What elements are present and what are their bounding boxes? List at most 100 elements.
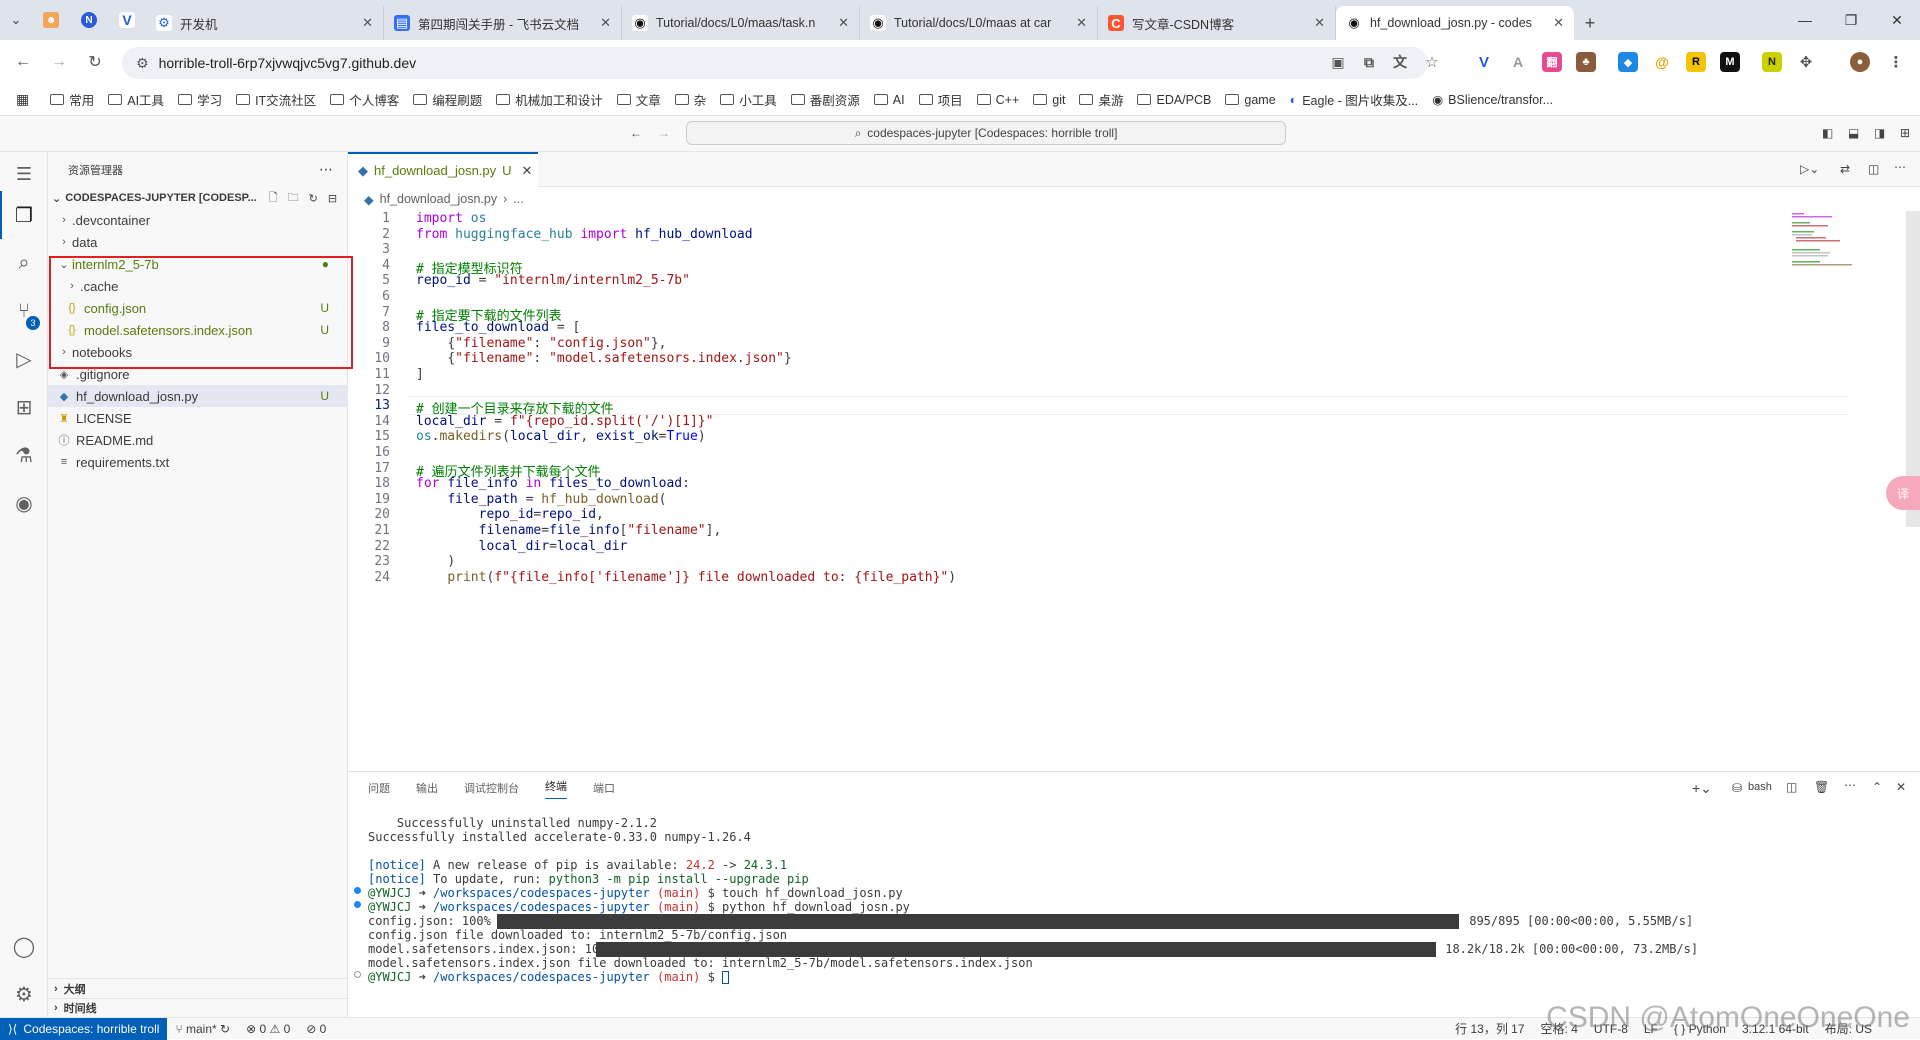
tree-file[interactable]: {}model.safetensors.index.jsonU: [48, 319, 347, 341]
extension-m-icon[interactable]: M: [1720, 52, 1740, 72]
extension-n-icon[interactable]: N: [1762, 52, 1782, 72]
apps-grid-icon[interactable]: ▦: [16, 91, 29, 108]
extension-at-icon[interactable]: @: [1652, 52, 1672, 72]
browser-tab[interactable]: ◉Tutorial/docs/L0/maas at car✕: [860, 6, 1098, 40]
tree-file[interactable]: ≡requirements.txt: [48, 451, 347, 473]
tree-file[interactable]: ♜LICENSE: [48, 407, 347, 429]
bookmark-item[interactable]: AI工具: [101, 90, 171, 109]
terminal-shell-label[interactable]: bash: [1748, 781, 1772, 793]
explorer-more-icon[interactable]: ⋯: [319, 161, 333, 178]
extension-pink-icon[interactable]: 翻: [1542, 52, 1562, 72]
pinned-tab-1[interactable]: ☻: [32, 0, 70, 40]
tree-file[interactable]: {}config.jsonU: [48, 297, 347, 319]
accounts-icon[interactable]: ◯: [10, 932, 38, 960]
branch-status[interactable]: ⑂ main* ↻: [167, 1022, 238, 1036]
outline-section[interactable]: ›大纲: [48, 978, 348, 998]
bookmark-item[interactable]: 常用: [43, 90, 101, 109]
bookmark-item[interactable]: ◉BSlience/transfor...: [1425, 92, 1560, 107]
browser-tab[interactable]: ▤第四期闯关手册 - 飞书云文档✕: [384, 6, 622, 40]
extension-r-icon[interactable]: R: [1686, 52, 1706, 72]
tree-folder[interactable]: ›data: [48, 231, 347, 253]
testing-icon[interactable]: ⚗: [10, 441, 38, 469]
tree-folder[interactable]: ›notebooks: [48, 341, 347, 363]
bookmark-item[interactable]: EDA/PCB: [1130, 93, 1218, 107]
breadcrumb-symbol[interactable]: ...: [513, 192, 523, 206]
timeline-section[interactable]: ›时间线: [48, 998, 348, 1017]
bookmark-item[interactable]: 项目: [912, 90, 970, 109]
panel-tab[interactable]: 调试控制台: [464, 780, 519, 796]
extension-a-icon[interactable]: A: [1508, 52, 1528, 72]
browser-tab[interactable]: ◉Tutorial/docs/L0/maas/task.n✕: [622, 6, 860, 40]
panel-more-icon[interactable]: ⋯: [1844, 778, 1856, 792]
editor-more-icon[interactable]: ⋯: [1894, 160, 1906, 174]
split-editor-icon[interactable]: ◫: [1868, 162, 1879, 176]
bookmark-item[interactable]: 番剧资源: [784, 90, 867, 109]
browser-tab[interactable]: C写文章-CSDN博客✕: [1098, 6, 1336, 40]
editor-tab-active[interactable]: ◆ hf_download_josn.py U ✕: [348, 152, 538, 187]
remote-indicator[interactable]: ⟩⟨ Codespaces: horrible troll: [0, 1018, 167, 1040]
explorer-icon[interactable]: ❐: [10, 201, 38, 229]
kill-terminal-icon[interactable]: 🗑: [1814, 780, 1829, 794]
browser-tab[interactable]: ⚙开发机✕: [146, 6, 384, 40]
tree-folder[interactable]: ›.cache: [48, 275, 347, 297]
toggle-secondary-sidebar-icon[interactable]: ◨: [1874, 126, 1885, 140]
bookmark-item[interactable]: git: [1026, 93, 1072, 107]
install-app-icon[interactable]: ⧉: [1359, 52, 1379, 72]
toggle-panel-icon[interactable]: ⬓: [1848, 126, 1859, 140]
close-tab-icon[interactable]: ✕: [1076, 15, 1087, 31]
close-tab-icon[interactable]: ✕: [362, 15, 373, 31]
close-panel-icon[interactable]: ✕: [1896, 780, 1906, 794]
nav-forward-icon[interactable]: →: [658, 126, 670, 140]
run-debug-icon[interactable]: ▷: [10, 345, 38, 373]
compare-changes-icon[interactable]: ⇄: [1840, 162, 1850, 176]
bookmark-item[interactable]: 桌游: [1072, 90, 1130, 109]
manage-gear-icon[interactable]: ⚙: [10, 980, 38, 1008]
bookmark-item[interactable]: C++: [970, 93, 1027, 107]
tree-file[interactable]: ◈.gitignore: [48, 363, 347, 385]
tree-file[interactable]: ⓘREADME.md: [48, 429, 347, 451]
split-terminal-icon[interactable]: ◫: [1786, 780, 1797, 794]
panel-tab[interactable]: 问题: [368, 780, 390, 796]
toggle-sidebar-icon[interactable]: ◧: [1822, 126, 1833, 140]
extensions-icon[interactable]: ⊞: [10, 393, 38, 421]
close-icon[interactable]: ✕: [522, 163, 533, 179]
close-tab-icon[interactable]: ✕: [1314, 15, 1325, 31]
menu-icon[interactable]: ☰: [10, 160, 38, 188]
extension-brown-icon[interactable]: ♣: [1576, 52, 1596, 72]
tree-folder[interactable]: ›.devcontainer: [48, 209, 347, 231]
browser-menu-icon[interactable]: ⋮: [1886, 52, 1906, 72]
new-tab-button[interactable]: +: [1574, 6, 1606, 40]
close-tab-icon[interactable]: ✕: [600, 15, 611, 31]
extension-blue-icon[interactable]: ◆: [1618, 52, 1638, 72]
panel-tab[interactable]: 端口: [593, 780, 615, 796]
extension-v-icon[interactable]: V: [1474, 52, 1494, 72]
new-file-icon[interactable]: 🗋: [269, 189, 278, 208]
tree-file[interactable]: ◆hf_download_josn.pyU: [48, 385, 347, 407]
new-terminal-icon[interactable]: +⌄: [1692, 780, 1712, 797]
pinned-tab-2[interactable]: N: [70, 0, 108, 40]
run-python-icon[interactable]: ▷⌄: [1800, 162, 1819, 176]
tree-folder[interactable]: ⌄internlm2_5-7b●: [48, 253, 347, 275]
bookmark-item[interactable]: 编程刷题: [406, 90, 489, 109]
workspace-header[interactable]: ⌄ CODESPACES-JUPYTER [CODESP... 🗋 🗀 ↻ ⊟: [48, 187, 347, 209]
breadcrumb-file[interactable]: hf_download_josn.py: [380, 192, 497, 206]
translate-icon[interactable]: 文: [1390, 52, 1410, 72]
forward-button[interactable]: →: [44, 47, 74, 77]
terminal-output[interactable]: Successfully uninstalled numpy-2.1.2 Suc…: [348, 804, 1908, 1018]
bookmark-item[interactable]: AI: [867, 93, 912, 107]
bookmark-item[interactable]: 机械加工和设计: [489, 90, 610, 109]
floating-assistant-icon[interactable]: 译: [1886, 476, 1920, 510]
back-button[interactable]: ←: [8, 47, 38, 77]
bookmark-star-icon[interactable]: ☆: [1422, 52, 1442, 72]
bookmark-item[interactable]: 杂: [668, 90, 714, 109]
pinned-tab-3[interactable]: V: [108, 0, 146, 40]
bookmark-item[interactable]: ◐Eagle - 图片收集及...: [1283, 90, 1426, 109]
close-tab-icon[interactable]: ✕: [1553, 15, 1564, 31]
refresh-icon[interactable]: ↻: [309, 192, 318, 205]
tab-search-chevron-icon[interactable]: ⌄: [0, 0, 32, 40]
bookmark-item[interactable]: 小工具: [713, 90, 784, 109]
customize-layout-icon[interactable]: ⊞: [1900, 126, 1910, 140]
command-center[interactable]: ⌕ codespaces-jupyter [Codespaces: horrib…: [686, 121, 1286, 145]
minimap[interactable]: [1790, 211, 1890, 267]
maximize-panel-icon[interactable]: ⌃: [1872, 780, 1882, 794]
